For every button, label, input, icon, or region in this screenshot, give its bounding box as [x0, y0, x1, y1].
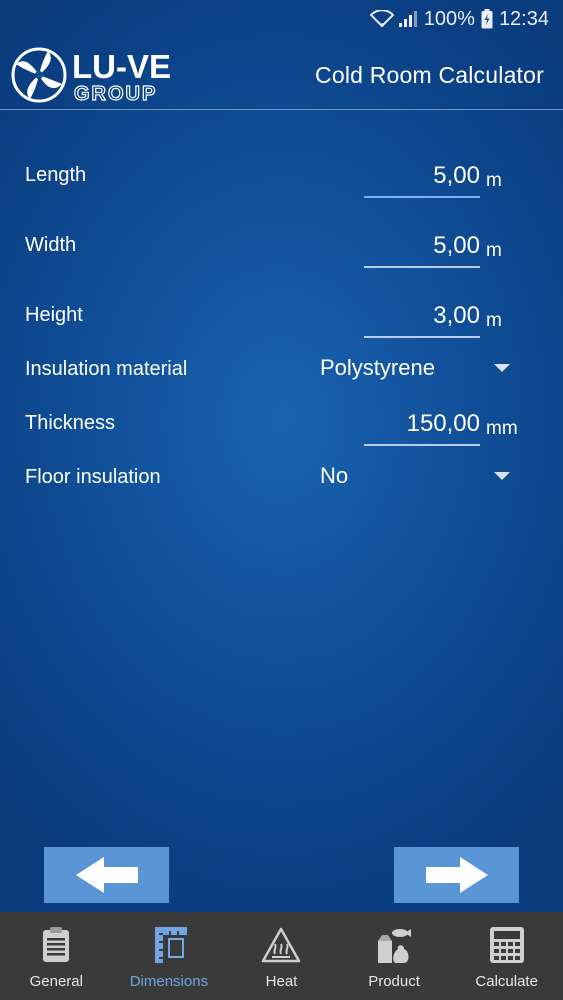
height-row: Height 3,00 m: [0, 298, 563, 338]
clock: 12:34: [498, 7, 549, 30]
heat-warning-icon: [261, 924, 301, 966]
width-label: Width: [25, 234, 77, 256]
arrow-left-icon: [75, 857, 138, 893]
tab-general[interactable]: General: [0, 912, 113, 1000]
tab-product[interactable]: Product: [338, 912, 451, 1000]
tab-dimensions[interactable]: Dimensions: [113, 912, 226, 1000]
width-input[interactable]: 5,00: [364, 228, 480, 268]
tab-heat-label: Heat: [265, 973, 298, 990]
height-unit: m: [486, 310, 502, 331]
calculator-icon: [487, 924, 527, 966]
lu-ve-logo: LU-VE GROUP: [11, 47, 171, 106]
tab-dimensions-label: Dimensions: [129, 973, 209, 990]
length-unit: m: [486, 170, 502, 191]
width-unit: m: [486, 240, 502, 261]
length-row: Length 5,00 m: [0, 158, 563, 198]
wifi-icon: [369, 10, 394, 28]
length-label: Length: [25, 164, 87, 186]
bottom-tab-bar: General Dimensions Heat Product Calculat…: [0, 912, 563, 1000]
tab-calculate-label: Calculate: [475, 973, 538, 990]
signal-icons: [369, 10, 418, 28]
tab-heat[interactable]: Heat: [225, 912, 338, 1000]
insulation-select[interactable]: Polystyrene: [320, 352, 516, 388]
height-input[interactable]: 3,00: [364, 298, 480, 338]
previous-button[interactable]: [44, 847, 169, 903]
floor-insulation-value: No: [320, 463, 349, 488]
thickness-label: Thickness: [25, 412, 116, 434]
floor-insulation-select[interactable]: No: [320, 460, 516, 496]
tab-calculate[interactable]: Calculate: [450, 912, 563, 1000]
height-label: Height: [25, 304, 83, 326]
logo-text-sub: GROUP: [74, 83, 157, 105]
dropdown-arrow-icon: [494, 364, 510, 372]
width-row: Width 5,00 m: [0, 228, 563, 268]
status-bar: 100% 12:34: [0, 0, 563, 38]
floor-insulation-row: Floor insulation No: [0, 460, 563, 500]
length-input[interactable]: 5,00: [364, 158, 480, 198]
ruler-square-icon: [149, 924, 189, 966]
battery-icon: [481, 9, 493, 29]
dropdown-arrow-icon: [494, 472, 510, 480]
insulation-row: Insulation material Polystyrene: [0, 352, 563, 392]
page-title: Cold Room Calculator: [315, 62, 544, 88]
floor-insulation-label: Floor insulation: [25, 466, 161, 488]
next-button[interactable]: [394, 847, 519, 903]
arrow-right-icon: [425, 857, 488, 893]
logo-text-main: LU-VE: [72, 48, 171, 85]
insulation-label: Insulation material: [25, 358, 188, 380]
food-product-icon: [374, 924, 414, 966]
tab-general-label: General: [29, 973, 83, 990]
thickness-input[interactable]: 150,00: [364, 406, 480, 446]
clipboard-icon: [36, 924, 76, 966]
insulation-value: Polystyrene: [320, 355, 435, 380]
thickness-unit: mm: [486, 418, 518, 439]
app-header: LU-VE GROUP Cold Room Calculator: [0, 38, 563, 110]
tab-product-label: Product: [368, 973, 420, 990]
battery-percent: 100%: [423, 7, 475, 30]
cell-signal-icon: [398, 11, 417, 27]
thickness-row: Thickness 150,00 mm: [0, 406, 563, 446]
